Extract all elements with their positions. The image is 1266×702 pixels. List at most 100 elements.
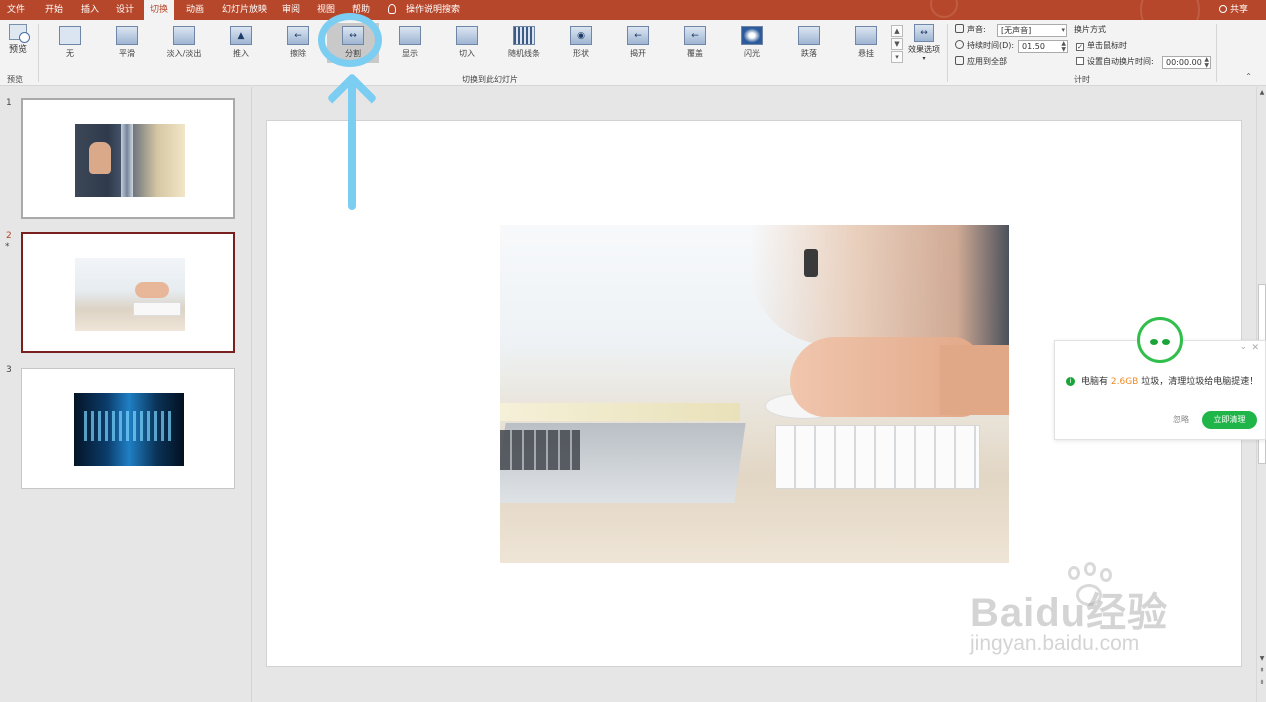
- tell-me-search[interactable]: 操作说明搜索: [406, 0, 460, 20]
- timing-group: 声音: [无声音] ▾ 持续时间(D): 01.50 ▲ ▼ 应用到全部 换片方式 ✓…: [955, 23, 1215, 84]
- on-click-row[interactable]: ✓ 单击鼠标时: [1076, 39, 1127, 53]
- transition-random-bars[interactable]: 随机线条: [498, 23, 550, 63]
- random-bars-transition-icon: [513, 26, 535, 45]
- timing-group-label: 计时: [1074, 75, 1090, 84]
- after-row[interactable]: 设置自动换片时间:: [1076, 55, 1154, 69]
- transition-marker: *: [5, 242, 10, 252]
- arm-shape: [750, 225, 1009, 345]
- transition-cover[interactable]: ← 覆盖: [669, 23, 721, 63]
- group-separator: [1216, 24, 1217, 82]
- spinner-icon[interactable]: ▲ ▼: [1204, 57, 1209, 69]
- after-time-input[interactable]: 00:00.00 ▲ ▼: [1162, 56, 1211, 69]
- transition-label: 跌落: [801, 49, 817, 58]
- menu-transitions[interactable]: 切换: [144, 0, 175, 20]
- preview-group-label: 预览: [7, 75, 23, 84]
- transition-label: 推入: [233, 49, 249, 58]
- laptop-keys-shape: [500, 430, 580, 470]
- transition-push[interactable]: ▲ 推入: [215, 23, 267, 63]
- decor-circle: [930, 0, 958, 18]
- transition-label: 闪光: [744, 49, 760, 58]
- transition-group-label: 切换到此幻灯片: [462, 75, 518, 84]
- clean-now-button[interactable]: 立即清理: [1202, 411, 1257, 429]
- menu-home[interactable]: 开始: [45, 0, 63, 20]
- transition-reveal[interactable]: 显示: [384, 23, 436, 63]
- on-click-label: 单击鼠标时: [1087, 41, 1127, 50]
- transition-uncover[interactable]: ← 揭开: [612, 23, 664, 63]
- minimize-icon[interactable]: ⌄: [1239, 342, 1247, 352]
- ignore-button[interactable]: 忽略: [1173, 414, 1189, 425]
- scroll-down-icon[interactable]: ▼: [1257, 655, 1266, 662]
- duration-input[interactable]: 01.50 ▲ ▼: [1018, 40, 1068, 53]
- advance-title: 换片方式: [1074, 25, 1106, 34]
- slide-thumbnail-pane: 1 2 * 3: [0, 87, 252, 702]
- next-slide-icon[interactable]: ⇟: [1257, 679, 1266, 686]
- transition-shape[interactable]: ◉ 形状: [555, 23, 607, 63]
- sound-select[interactable]: [无声音] ▾: [997, 24, 1067, 37]
- gallery-scroll: ▲ ▼ ▾: [891, 25, 903, 65]
- message-text: 电脑有: [1081, 377, 1109, 387]
- share-button[interactable]: 共享: [1218, 0, 1248, 20]
- transition-label: 形状: [573, 49, 589, 58]
- cut-transition-icon: [456, 26, 478, 45]
- menu-slideshow[interactable]: 幻灯片放映: [222, 0, 267, 20]
- message-text: 垃圾，清理垃圾给电脑提速！: [1141, 377, 1259, 387]
- preview-button[interactable]: 预览: [4, 24, 32, 55]
- transition-fall-over[interactable]: 跌落: [783, 23, 835, 63]
- previous-slide-icon[interactable]: ⇞: [1257, 667, 1266, 674]
- transition-wipe[interactable]: ← 擦除: [272, 23, 324, 63]
- scroll-up-icon[interactable]: ▲: [1257, 89, 1266, 96]
- transition-label: 显示: [402, 49, 418, 58]
- transition-morph[interactable]: 平滑: [101, 23, 153, 63]
- close-icon[interactable]: ✕: [1251, 343, 1259, 353]
- on-click-checkbox[interactable]: ✓: [1076, 43, 1084, 51]
- gallery-more-button[interactable]: ▾: [891, 51, 903, 63]
- transition-cut[interactable]: 切入: [441, 23, 493, 63]
- gallery-down-button[interactable]: ▼: [891, 38, 903, 50]
- duration-row: 持续时间(D):: [955, 39, 1014, 53]
- speaker-icon: [955, 24, 964, 33]
- apply-all-button[interactable]: 应用到全部: [955, 55, 1007, 69]
- after-checkbox[interactable]: [1076, 57, 1084, 65]
- slide-image-desk[interactable]: [500, 225, 1009, 563]
- group-separator: [947, 24, 948, 82]
- transition-label: 揭开: [630, 49, 646, 58]
- transition-flash[interactable]: 闪光: [726, 23, 778, 63]
- transition-label: 平滑: [119, 49, 135, 58]
- watermark: Baidu经验 jingyan.baidu.com: [970, 580, 1168, 656]
- duration-label: 持续时间(D):: [967, 41, 1015, 50]
- transition-label: 无: [66, 49, 74, 58]
- chevron-down-icon: ▾: [922, 55, 926, 62]
- menu-file[interactable]: 文件: [7, 0, 25, 20]
- slide-number: 3: [6, 365, 12, 375]
- transition-label: 随机线条: [508, 49, 540, 58]
- transition-label: 淡入/淡出: [166, 49, 202, 58]
- watch-shape: [804, 249, 818, 277]
- preview-icon: [9, 24, 30, 43]
- slide-image-business: [75, 124, 185, 197]
- sound-row: 声音:: [955, 23, 986, 37]
- transition-label: 切入: [459, 49, 475, 58]
- mascot-eye: [1162, 339, 1170, 345]
- spinner-icon[interactable]: ▲ ▼: [1061, 41, 1066, 53]
- mascot-icon: [1137, 317, 1183, 363]
- transition-fade[interactable]: 淡入/淡出: [158, 23, 210, 63]
- slide-thumb-2[interactable]: [21, 232, 235, 353]
- menu-insert[interactable]: 插入: [81, 0, 99, 20]
- transition-none[interactable]: 无: [44, 23, 96, 63]
- transition-gallery: 无 平滑 淡入/淡出 ▲ 推入 ← 擦除 ↔ 分割 显示 切入 随机线条 ◉ 形状 ← 揭…: [44, 23, 890, 67]
- slide-thumb-3[interactable]: [21, 368, 235, 489]
- menu-bar: 文件 开始 插入 设计 切换 动画 幻灯片放映 审阅 视图 帮助 操作说明搜索 …: [0, 0, 1266, 40]
- slide-thumb-1[interactable]: [21, 98, 235, 219]
- transition-drape[interactable]: 悬挂: [840, 23, 892, 63]
- menu-animations[interactable]: 动画: [186, 0, 204, 20]
- keyboard-shape: [775, 425, 980, 489]
- menu-review[interactable]: 审阅: [282, 0, 300, 20]
- slide-image-server: [74, 393, 184, 466]
- effect-options-button[interactable]: ↔ 效果选项 ▾: [906, 24, 942, 62]
- menu-design[interactable]: 设计: [116, 0, 134, 20]
- wipe-transition-icon: ←: [287, 26, 309, 45]
- paper-shape: [500, 403, 740, 421]
- person-icon: [1218, 5, 1227, 13]
- collapse-ribbon-icon[interactable]: ⌃: [1245, 72, 1252, 81]
- gallery-up-button[interactable]: ▲: [891, 25, 903, 37]
